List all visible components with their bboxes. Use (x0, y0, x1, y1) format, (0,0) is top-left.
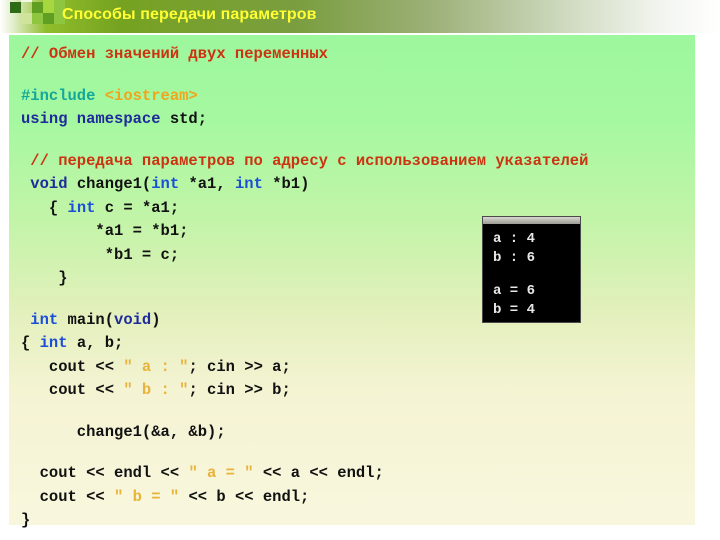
decoration-square-0 (10, 2, 21, 13)
code-token-kw: void (21, 175, 77, 193)
code-line: cout << endl << " a = " << a << endl; (21, 462, 693, 486)
code-token-type: int (67, 198, 105, 217)
code-line: change1(&a, &b); (21, 421, 693, 445)
code-token-kw: using namespace (21, 110, 170, 128)
decoration-square-1 (21, 13, 32, 24)
code-token-str: " b : " (123, 381, 189, 399)
program-output-window: a : 4 b : 6 a = 6 b = 4 (482, 216, 581, 323)
code-token-plain: { (21, 334, 40, 352)
code-token-type: int (151, 175, 189, 193)
code-token-comment: // Обмен значений двух переменных (21, 45, 328, 63)
code-token-plain: change1(&a, &b); (21, 422, 226, 441)
code-spacer (21, 132, 693, 150)
code-token-plain: } (21, 269, 68, 287)
page-title: Способы передачи параметров (62, 6, 317, 23)
code-token-plain: main( (67, 310, 115, 329)
code-token-type: int (234, 175, 273, 193)
code-token-str: " a : " (123, 357, 189, 376)
decoration-square-3 (32, 13, 43, 24)
code-line: } (21, 509, 693, 533)
code-token-plain: } (21, 511, 31, 529)
code-line: // Обмен значений двух переменных (21, 43, 693, 67)
code-token-plain: change1( (76, 175, 152, 193)
code-token-type: int (21, 310, 68, 329)
code-line: *b1 = c; (21, 244, 693, 268)
code-spacer (21, 403, 693, 421)
code-token-plain: *b1) (272, 175, 310, 193)
code-line: cout << " b = " << b << endl; (21, 486, 693, 510)
decoration-square-2 (32, 2, 43, 13)
code-token-plain: cout << (21, 357, 124, 376)
console-output-text: a : 4 b : 6 a = 6 b = 4 (483, 224, 580, 322)
code-line: cout << " a : "; cin >> a; (21, 356, 693, 380)
code-token-plain: ; cin >> b; (188, 381, 291, 399)
code-token-plain: std; (169, 110, 208, 128)
decoration-square-4 (43, 0, 54, 13)
code-token-plain: *a1 = *b1; (21, 222, 189, 240)
code-line: int main(void) (21, 309, 693, 333)
console-line: b = 4 (493, 302, 536, 318)
code-line: void change1(int *a1, int *b1) (21, 173, 693, 197)
decorative-squares-icon (10, 0, 66, 33)
code-token-plain: *a1, (188, 175, 235, 193)
code-listing: // Обмен значений двух переменных #includ… (21, 43, 693, 533)
code-token-plain: << a << endl; (253, 464, 384, 482)
code-token-comment: // передача параметров по адресу с испол… (21, 151, 589, 170)
slide-content-panel: // Обмен значений двух переменных #includ… (9, 35, 695, 529)
code-token-plain: *b1 = c; (21, 245, 180, 264)
decoration-square-5 (43, 13, 54, 24)
code-token-plain: cout << (21, 381, 124, 399)
code-token-plain: c = *a1; (104, 198, 180, 217)
code-token-pp: #include (21, 86, 105, 105)
code-line: } (21, 267, 693, 291)
code-line: // передача параметров по адресу с испол… (21, 150, 693, 174)
code-line: { int a, b; (21, 332, 693, 356)
code-token-plain: cout << endl << (21, 464, 189, 482)
code-token-plain: << b << endl; (179, 487, 310, 506)
slide-title-bar: Способы передачи параметров (0, 0, 720, 33)
code-token-kw: void (114, 310, 152, 329)
console-title-bar (483, 217, 580, 224)
code-line: *a1 = *b1; (21, 220, 693, 244)
code-spacer (21, 67, 693, 85)
code-token-str: " a = " (188, 464, 254, 482)
code-token-str: " b = " (114, 487, 180, 506)
console-line: b : 6 (493, 250, 536, 266)
code-line: cout << " b : "; cin >> b; (21, 379, 693, 403)
code-token-header: <iostream> (104, 86, 198, 105)
code-line: using namespace std; (21, 108, 693, 132)
code-spacer (21, 291, 693, 309)
console-line: a = 6 (493, 283, 536, 299)
code-line: { int c = *a1; (21, 197, 693, 221)
code-line: #include <iostream> (21, 85, 693, 109)
code-token-plain: cout << (21, 487, 115, 506)
code-token-plain: ; cin >> a; (188, 357, 291, 376)
code-token-plain: ) (151, 310, 161, 329)
code-token-type: int (39, 334, 77, 352)
console-line: a : 4 (493, 231, 536, 247)
code-token-plain: a, b; (76, 334, 124, 352)
code-token-plain: { (21, 198, 68, 217)
code-spacer (21, 444, 693, 462)
decoration-square-7 (21, 0, 32, 2)
